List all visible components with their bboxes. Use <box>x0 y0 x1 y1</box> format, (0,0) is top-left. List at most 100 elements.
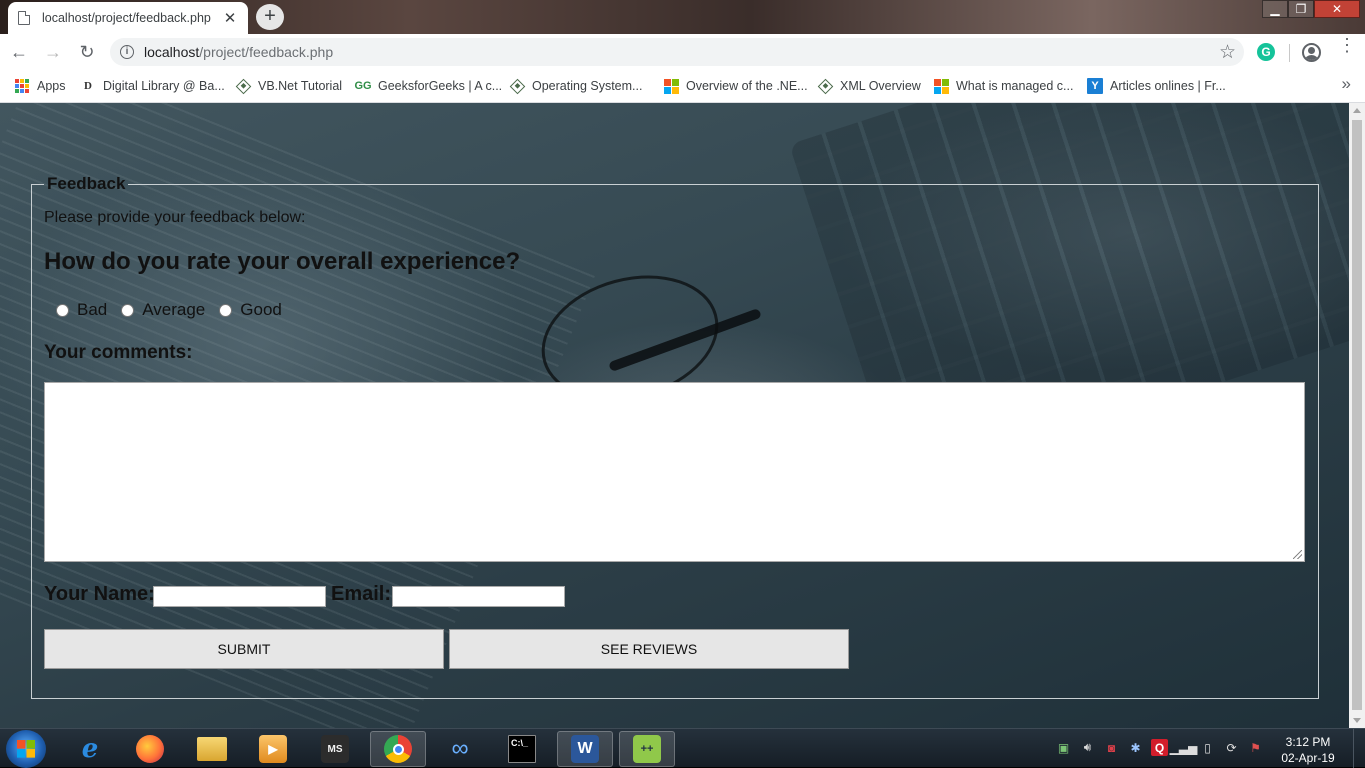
bookmark-star-icon[interactable]: ☆ <box>1219 41 1236 64</box>
comments-label: Your comments: <box>44 342 193 363</box>
more-bookmarks-icon[interactable]: » <box>1342 74 1351 94</box>
taskbar-clock[interactable]: 3:12 PM 02-Apr-19 <box>1278 734 1338 766</box>
firefox-icon <box>136 735 164 763</box>
bookmark-geeksforgeeks[interactable]: GG GeeksforGeeks | A c... <box>354 76 503 96</box>
scroll-thumb[interactable] <box>1352 120 1362 710</box>
action-center-flag-icon[interactable]: ⚑ <box>1247 739 1264 756</box>
close-window-button[interactable]: ✕ <box>1314 0 1360 18</box>
info-icon[interactable]: i <box>120 45 134 59</box>
ms-project-icon: MS <box>321 735 349 763</box>
name-label: Your Name: <box>44 583 155 605</box>
show-desktop-button[interactable] <box>1353 729 1365 768</box>
browser-menu-icon[interactable]: ⋮ <box>1338 36 1356 62</box>
url-host: localhost <box>144 44 200 60</box>
bookmark-label: Articles onlines | Fr... <box>1110 79 1226 93</box>
reload-button[interactable]: ↻ <box>72 37 102 67</box>
windows-taskbar: e ▶ MS ∞ C:\_ W ++ ▣ 🔊︎ ◙ ✱ Q ▁▃▅ ▯ ⟳ ⚑ … <box>0 728 1365 768</box>
radio-average[interactable] <box>121 303 135 317</box>
browser-tab-strip: localhost/project/feedback.php ✕ + ▁ ❐ ✕ <box>0 0 1365 34</box>
folder-icon <box>197 737 227 761</box>
bookmark-articles-onlines[interactable]: Y Articles onlines | Fr... <box>1087 76 1226 96</box>
bookmark-label: VB.Net Tutorial <box>258 79 343 93</box>
gfg-icon: GG <box>354 80 372 92</box>
notepad-plus-plus-icon: ++ <box>633 735 661 763</box>
rating-option-bad[interactable]: Bad <box>56 300 107 320</box>
feedback-legend: Feedback <box>47 174 126 193</box>
forward-button[interactable]: → <box>38 37 68 67</box>
resize-handle-icon[interactable] <box>1293 550 1302 559</box>
page-scrollbar[interactable] <box>1349 103 1365 728</box>
volume-icon[interactable]: 🔊︎ <box>1079 739 1096 756</box>
q-app-icon[interactable]: Q <box>1151 739 1168 756</box>
bookmark-xml-overview[interactable]: XML Overview <box>817 76 921 96</box>
bookmark-label: Apps <box>37 79 66 93</box>
bookmarks-bar: Apps D Digital Library @ Ba... VB.Net Tu… <box>0 70 1365 103</box>
network-adapter-icon[interactable]: ▣ <box>1055 739 1072 756</box>
chrome-icon <box>384 735 412 763</box>
minimize-button[interactable]: ▁ <box>1262 0 1288 18</box>
bookmark-label: Overview of the .NE... <box>686 79 808 93</box>
address-bar[interactable]: i localhost/project/feedback.php ☆ <box>110 38 1244 66</box>
bookmark-label: Operating System... <box>532 79 643 93</box>
sync-icon[interactable]: ⟳ <box>1223 739 1240 756</box>
submit-button[interactable]: SUBMIT <box>44 629 444 669</box>
bookmark-label: What is managed c... <box>956 79 1074 93</box>
rating-label: Good <box>240 300 282 319</box>
taskbar-internet-explorer[interactable]: e <box>62 731 118 767</box>
bookmark-managed-code[interactable]: What is managed c... <box>933 76 1073 96</box>
ms-word-icon: W <box>571 735 599 763</box>
start-button[interactable] <box>6 730 46 768</box>
url-path: /project/feedback.php <box>199 44 334 60</box>
comments-textarea[interactable] <box>44 382 1305 562</box>
bookmark-label: Digital Library @ Ba... <box>103 79 225 93</box>
browser-tab[interactable]: localhost/project/feedback.php ✕ <box>8 2 248 34</box>
rating-option-good[interactable]: Good <box>219 300 282 320</box>
page-viewport: Feedback Please provide your feedback be… <box>0 103 1349 728</box>
back-button[interactable]: ← <box>4 37 34 67</box>
grammarly-extension-icon[interactable]: G <box>1257 43 1275 61</box>
taskbar-firefox[interactable] <box>122 731 178 767</box>
taskbar-media-player[interactable]: ▶ <box>245 731 301 767</box>
email-label: Email: <box>331 583 392 605</box>
battery-icon[interactable]: ▯ <box>1199 739 1216 756</box>
taskbar-file-explorer[interactable] <box>184 731 240 767</box>
bookmark-vbnet-tutorial[interactable]: VB.Net Tutorial <box>235 76 343 96</box>
feedback-intro-text: Please provide your feedback below: <box>44 209 306 226</box>
taskbar-ms-word[interactable]: W <box>557 731 613 767</box>
browser-toolbar: ← → ↻ i localhost/project/feedback.php ☆ <box>0 34 1365 70</box>
tab-close-icon[interactable]: ✕ <box>222 9 238 27</box>
rating-option-average[interactable]: Average <box>121 300 205 320</box>
new-tab-button[interactable]: + <box>256 4 284 30</box>
scroll-up-icon[interactable] <box>1353 108 1361 113</box>
media-player-icon: ▶ <box>259 735 287 763</box>
y-logo-icon: Y <box>1087 78 1103 94</box>
rating-label: Average <box>142 300 206 319</box>
maximize-button[interactable]: ❐ <box>1288 0 1314 18</box>
scroll-down-icon[interactable] <box>1353 718 1361 723</box>
bookmark-apps[interactable]: Apps <box>14 76 66 96</box>
email-input[interactable] <box>392 586 565 607</box>
bluetooth-icon[interactable]: ✱ <box>1127 739 1144 756</box>
d-logo-icon: D <box>84 80 92 92</box>
system-tray: ▣ 🔊︎ ◙ ✱ Q ▁▃▅ ▯ ⟳ ⚑ <box>1055 739 1264 756</box>
rating-question: How do you rate your overall experience? <box>44 248 521 275</box>
see-reviews-button[interactable]: SEE REVIEWS <box>449 629 849 669</box>
taskbar-chrome[interactable] <box>370 731 426 767</box>
signal-icon[interactable]: ▁▃▅ <box>1170 739 1198 756</box>
bookmark-overview-net[interactable]: Overview of the .NE... <box>663 76 808 96</box>
rating-label: Bad <box>77 300 108 319</box>
radio-good[interactable] <box>219 303 233 317</box>
bookmark-digital-library[interactable]: D Digital Library @ Ba... <box>80 76 225 96</box>
taskbar-infinity-app[interactable]: ∞ <box>432 731 488 767</box>
microsoft-icon <box>663 78 679 94</box>
name-input[interactable] <box>153 586 326 607</box>
app-tray-icon[interactable]: ◙ <box>1103 739 1120 756</box>
profile-avatar-icon[interactable] <box>1302 43 1321 62</box>
taskbar-command-prompt[interactable]: C:\_ <box>494 731 550 767</box>
taskbar-ms-project[interactable]: MS <box>307 731 363 767</box>
bookmark-label: GeeksforGeeks | A c... <box>378 79 503 93</box>
taskbar-notepad-plus-plus[interactable]: ++ <box>619 731 675 767</box>
bookmark-operating-system[interactable]: Operating System... <box>509 76 643 96</box>
radio-bad[interactable] <box>56 303 69 317</box>
diamond-site-icon <box>817 78 834 94</box>
